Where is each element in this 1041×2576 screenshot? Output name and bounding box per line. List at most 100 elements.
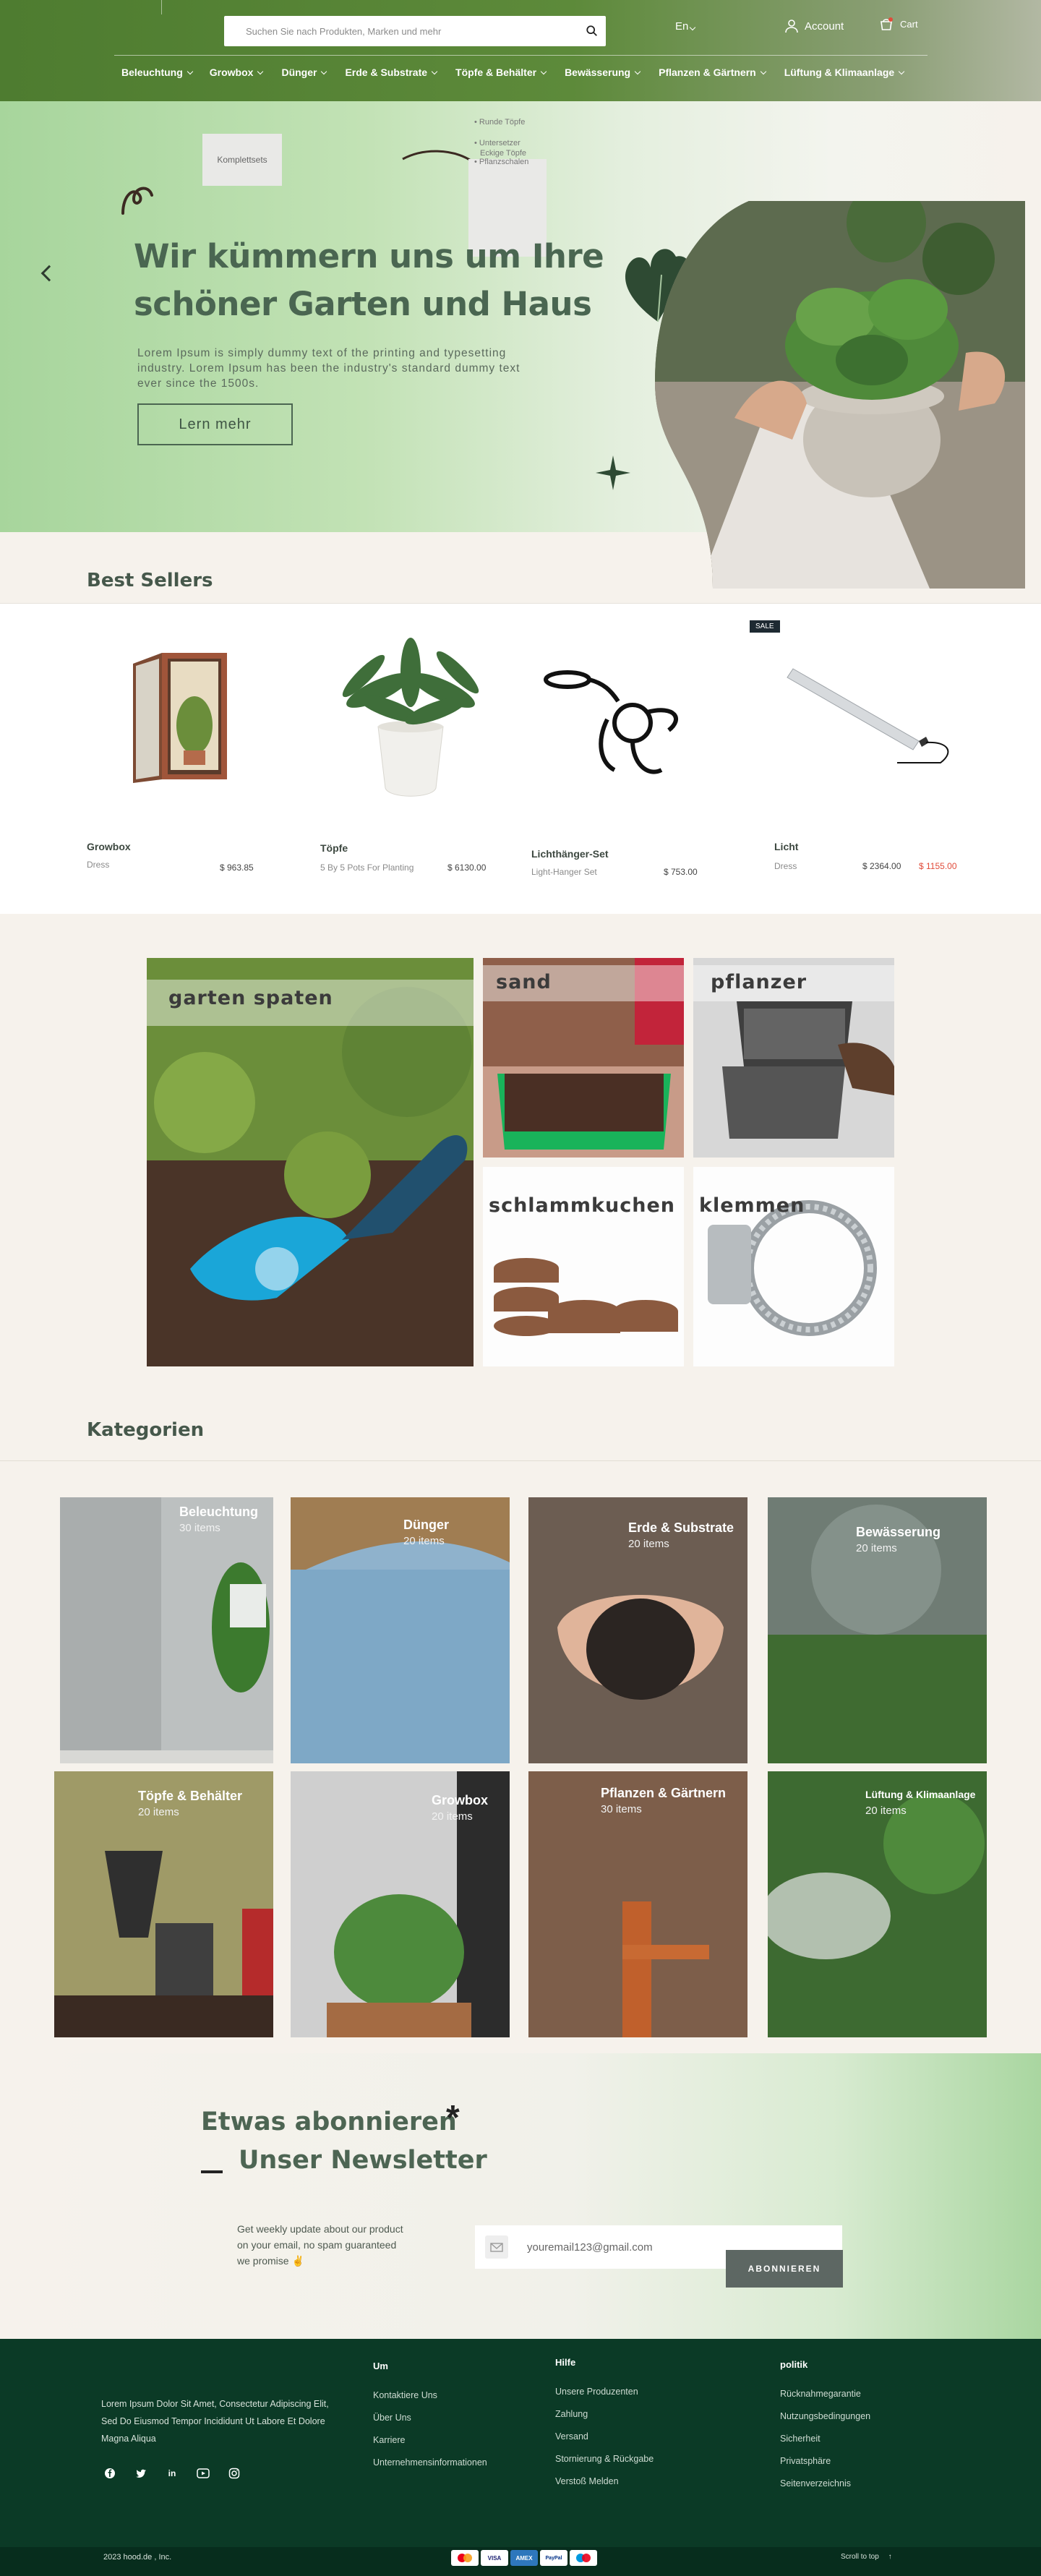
- subscribe-button[interactable]: ABONNIEREN: [726, 2250, 843, 2288]
- dropdown-item[interactable]: Eckige Töpfe: [474, 149, 548, 158]
- footer-link[interactable]: Rücknahmegarantie: [780, 2383, 870, 2405]
- category-card-lueftung[interactable]: Lüftung & Klimaanlage 20 items: [768, 1771, 987, 2037]
- visa-icon: VISA: [481, 2550, 508, 2566]
- nav-item-lueftung[interactable]: Lüftung & Klimaanlage: [784, 67, 905, 78]
- site-header: [0, 0, 1041, 101]
- nav-item-bewaesserung[interactable]: Bewässerung: [565, 67, 641, 78]
- category-count: 20 items: [628, 1538, 669, 1550]
- learn-more-button[interactable]: Lern mehr: [137, 403, 293, 445]
- newsletter-section: [0, 2053, 1041, 2339]
- header-divider: [161, 0, 162, 14]
- nav-label: Pflanzen & Gärtnern: [659, 67, 756, 78]
- dropdown-item[interactable]: • Untersetzer: [474, 137, 548, 149]
- product-name: Lichthänger-Set: [531, 848, 609, 860]
- facebook-icon[interactable]: [103, 2467, 116, 2480]
- cart-link[interactable]: Cart: [878, 16, 918, 32]
- scroll-to-top-button[interactable]: Scroll to top ↑: [841, 2553, 892, 2561]
- footer-link[interactable]: Unternehmensinformationen: [373, 2452, 487, 2474]
- main-nav: Beleuchtung Growbox Dünger Erde & Substr…: [121, 67, 922, 78]
- tile-label: sand: [496, 971, 552, 993]
- feature-tile-pflanzer[interactable]: pflanzer: [693, 958, 894, 1158]
- youtube-icon[interactable]: [197, 2467, 210, 2480]
- nav-label: Growbox: [209, 67, 254, 78]
- dropdown-item[interactable]: • Runde Töpfe: [474, 112, 548, 133]
- category-count: 30 items: [601, 1803, 642, 1815]
- nav-item-duenger[interactable]: Dünger: [281, 67, 327, 78]
- twitter-icon[interactable]: [134, 2467, 147, 2480]
- language-selector[interactable]: En: [675, 20, 696, 33]
- arrow-up-icon: ↑: [888, 2553, 892, 2561]
- category-count: 20 items: [403, 1535, 445, 1547]
- product-subtitle: Dress: [774, 861, 797, 871]
- curve-decoration-icon: [402, 150, 473, 163]
- footer-link[interactable]: Karriere: [373, 2429, 487, 2452]
- cart-label: Cart: [900, 18, 918, 30]
- site-footer: [0, 2339, 1041, 2576]
- newsletter-subtitle: Unser Newsletter: [239, 2146, 487, 2175]
- feature-tile-sand[interactable]: sand: [483, 958, 684, 1158]
- footer-link[interactable]: Versand: [555, 2426, 654, 2448]
- nav-item-pflanzen[interactable]: Pflanzen & Gärtnern: [659, 67, 766, 78]
- nav-item-beleuchtung[interactable]: Beleuchtung: [121, 67, 194, 78]
- footer-link[interactable]: Nutzungsbedingungen: [780, 2405, 870, 2428]
- category-card-growbox[interactable]: Growbox 20 items: [291, 1771, 510, 2037]
- footer-link[interactable]: Stornierung & Rückgabe: [555, 2448, 654, 2470]
- footer-link[interactable]: Privatsphäre: [780, 2450, 870, 2473]
- best-sellers-section: Growbox Dress $ 963.85 Töpfe 5 By 5 Pots…: [0, 603, 1041, 914]
- account-link[interactable]: Account: [784, 19, 844, 33]
- chevron-down-icon: [760, 68, 766, 74]
- nav-label: Lüftung & Klimaanlage: [784, 67, 895, 78]
- footer-column-politik: politik Rücknahmegarantie Nutzungsbeding…: [780, 2359, 870, 2495]
- category-image: [291, 1771, 510, 2037]
- product-image: [133, 653, 227, 783]
- product-name: Töpfe: [320, 842, 348, 854]
- chevron-down-icon: [187, 68, 194, 74]
- dropdown-item-label: Runde Töpfe: [479, 118, 526, 127]
- search-icon[interactable]: [586, 25, 599, 38]
- nav-label: Beleuchtung: [121, 67, 183, 78]
- dropdown-item-label: Eckige Töpfe: [480, 149, 527, 158]
- category-name: Growbox: [432, 1793, 489, 1807]
- dropdown-komplettsets[interactable]: Komplettsets: [202, 134, 282, 186]
- search-input[interactable]: Suchen Sie nach Produkten, Marken und me…: [224, 16, 606, 46]
- category-card-beleuchtung[interactable]: Beleuchtung 30 items: [60, 1497, 273, 1763]
- nav-item-toepfe[interactable]: Töpfe & Behälter: [455, 67, 547, 78]
- hero-title: Wir kümmern uns um Ihre schöner Garten u…: [134, 233, 625, 328]
- footer-link[interactable]: Sicherheit: [780, 2428, 870, 2450]
- category-name: Bewässerung: [856, 1525, 941, 1539]
- feature-tile-klemmen[interactable]: klemmen: [693, 1167, 894, 1366]
- category-card-toepfe[interactable]: Töpfe & Behälter 20 items: [54, 1771, 273, 2037]
- feature-tile-schlammkuchen[interactable]: schlammkuchen: [483, 1167, 684, 1366]
- category-card-bewaesserung[interactable]: Bewässerung 20 items: [768, 1497, 987, 1763]
- nav-label: Erde & Substrate: [345, 67, 428, 78]
- nav-item-erde[interactable]: Erde & Substrate: [345, 67, 438, 78]
- category-card-erde[interactable]: Erde & Substrate 20 items: [528, 1497, 747, 1763]
- product-old-price: $ 1155.00: [919, 861, 957, 871]
- linkedin-icon[interactable]: in: [166, 2467, 179, 2480]
- category-card-pflanzen[interactable]: Pflanzen & Gärtnern 30 items: [528, 1771, 747, 2037]
- footer-link[interactable]: Zahlung: [555, 2403, 654, 2426]
- category-image: [60, 1497, 273, 1763]
- nav-item-growbox[interactable]: Growbox: [209, 67, 264, 78]
- footer-link[interactable]: Verstoß Melden: [555, 2470, 654, 2493]
- hero-title-line: schöner Garten und Haus: [134, 285, 592, 323]
- section-divider: [0, 1460, 1041, 1461]
- language-label: En: [675, 20, 689, 33]
- search-placeholder: Suchen Sie nach Produkten, Marken und me…: [246, 25, 442, 37]
- product-subtitle: Dress: [87, 860, 110, 870]
- footer-link[interactable]: Unsere Produzenten: [555, 2381, 654, 2403]
- product-image: [342, 638, 479, 797]
- nav-label: Töpfe & Behälter: [455, 67, 537, 78]
- footer-link[interactable]: Über Uns: [373, 2407, 487, 2429]
- category-name: Lüftung & Klimaanlage: [865, 1789, 976, 1800]
- footer-heading: Hilfe: [555, 2357, 576, 2368]
- dropdown-item[interactable]: • Pflanzschalen: [474, 158, 548, 166]
- footer-link[interactable]: Kontaktiere Uns: [373, 2384, 487, 2407]
- instagram-icon[interactable]: [228, 2467, 241, 2480]
- dropdown-item: Komplettsets: [217, 155, 267, 165]
- newsletter-title: Etwas abonnieren: [201, 2108, 457, 2136]
- footer-link[interactable]: Seitenverzeichnis: [780, 2473, 870, 2495]
- category-name: Pflanzen & Gärtnern: [601, 1786, 727, 1800]
- category-card-duenger[interactable]: Dünger 20 items: [291, 1497, 510, 1763]
- feature-tile-garten-spaten[interactable]: garten spaten: [147, 958, 474, 1366]
